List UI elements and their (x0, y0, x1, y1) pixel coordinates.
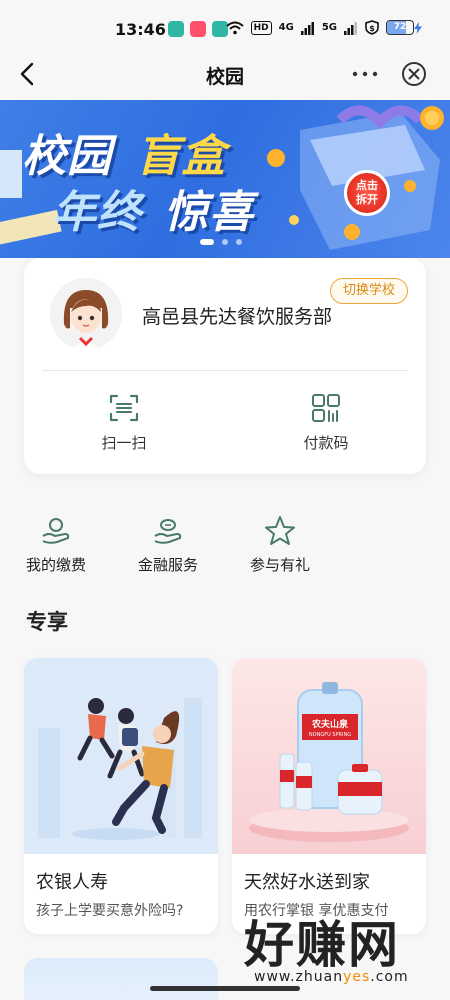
watermark-url-highlight: yes (343, 969, 371, 985)
finance-hand-icon (154, 519, 182, 544)
cta-line: 点击 (356, 179, 378, 192)
divider (42, 370, 408, 371)
watermark-url: www.zhuanyes.com (254, 969, 409, 985)
status-bar: 13:46 HD 4G 5G $ 72 (0, 0, 450, 60)
vpn-shield-icon: $ (365, 20, 379, 35)
cta-line: 拆开 (356, 193, 378, 206)
charging-icon (414, 21, 422, 34)
watermark-url-part: www.zhuan (254, 969, 344, 985)
section-title: 专享 (26, 610, 68, 634)
brand-cn-label: 农夫山泉 (311, 718, 349, 730)
status-time: 13:46 (115, 20, 166, 39)
watermark-url-part: .com (370, 969, 409, 985)
watermark-logo: 好赚网 (244, 916, 400, 974)
nav-bar: 校园 (0, 52, 450, 98)
battery-percent: 72 (393, 22, 407, 32)
banner-title-part: 年终 (52, 187, 142, 238)
hd-badge: HD (250, 20, 272, 35)
water-bottles-image: 农夫山泉 NONGFU SPRING (232, 658, 426, 854)
school-card: 高邑县先达餐饮服务部 切换学校 扫一扫 付款码 (24, 258, 426, 474)
payment-hand-icon (42, 518, 70, 544)
signal-icon (300, 21, 314, 35)
scan-action[interactable]: 扫一扫 (74, 392, 174, 453)
avatar (50, 278, 122, 350)
page-dot (236, 239, 242, 245)
watermark: 好赚网 www.zhuanyes.com (236, 905, 436, 995)
service-finance[interactable]: 金融服务 (118, 514, 218, 575)
close-circle-icon[interactable] (400, 60, 428, 88)
service-label: 金融服务 (137, 556, 198, 574)
signal-icon (344, 21, 357, 35)
banner-title-part: 惊喜 (164, 187, 254, 238)
wifi-icon (225, 21, 244, 34)
network-label-1: 4G (278, 22, 294, 33)
service-label: 我的缴费 (25, 556, 86, 574)
home-indicator[interactable] (150, 986, 300, 991)
open-box-button[interactable]: 点击 拆开 (344, 170, 390, 216)
promo-subtitle: 孩子上学要买意外险吗? (36, 903, 184, 919)
status-indicators: HD 4G 5G $ 72 (225, 20, 422, 35)
star-icon (265, 516, 295, 545)
page-dot (200, 239, 214, 245)
network-label-2: 5G (321, 22, 337, 33)
notification-app-icon (190, 21, 206, 37)
avatar-illustration (50, 278, 122, 350)
banner-pagination (200, 239, 242, 245)
service-my-payments[interactable]: 我的缴费 (6, 514, 106, 575)
switch-school-button[interactable]: 切换学校 (330, 278, 408, 304)
banner-title-part: 盲盒 (136, 131, 226, 182)
payment-code-label: 付款码 (303, 434, 349, 452)
scan-label: 扫一扫 (101, 434, 147, 452)
payment-code-action[interactable]: 付款码 (276, 392, 376, 453)
promo-card-insurance[interactable]: 农银人寿 孩子上学要买意外险吗? (24, 658, 218, 934)
promo-title: 农银人寿 (36, 872, 108, 893)
students-illustration (24, 658, 218, 854)
battery-icon: 72 (386, 20, 422, 35)
service-label: 参与有礼 (249, 556, 310, 574)
promo-title: 天然好水送到家 (244, 872, 370, 893)
school-name: 高邑县先达餐饮服务部 (142, 306, 333, 328)
promo-card-partial[interactable] (24, 958, 218, 1000)
svg-text:$: $ (369, 24, 375, 33)
banner-title-part: 校园 (22, 131, 112, 182)
more-horizontal-icon[interactable] (350, 62, 380, 86)
notification-app-icon (168, 21, 184, 37)
page-dot (222, 239, 228, 245)
scan-icon (109, 394, 139, 422)
brand-en-label: NONGFU SPRING (309, 732, 351, 738)
service-rewards[interactable]: 参与有礼 (230, 514, 330, 575)
page-title: 校园 (205, 66, 244, 88)
qr-code-icon (312, 394, 340, 422)
promo-card-water[interactable]: 农夫山泉 NONGFU SPRING 天然好水送到家 用农行掌银 享优惠支付 (232, 658, 426, 934)
